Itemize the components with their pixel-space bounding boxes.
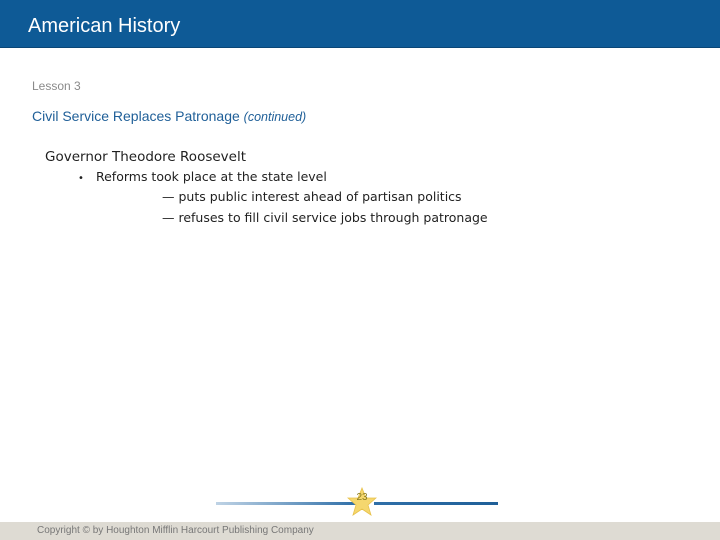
bullet-item: • Reforms took place at the state level bbox=[78, 169, 327, 184]
page-divider-right bbox=[374, 502, 498, 505]
subpoint-1: — puts public interest ahead of partisan… bbox=[162, 189, 462, 204]
bullet-icon: • bbox=[78, 173, 84, 184]
page-number: 23 bbox=[356, 492, 368, 503]
slide-content: Governor Theodore Roosevelt • Reforms to… bbox=[0, 0, 720, 540]
topic-heading: Governor Theodore Roosevelt bbox=[45, 149, 247, 165]
bullet-text: Reforms took place at the state level bbox=[95, 169, 327, 184]
copyright-text: Copyright © by Houghton Mifflin Harcourt… bbox=[37, 525, 314, 536]
subpoint-2: — refuses to fill civil service jobs thr… bbox=[162, 210, 488, 225]
page-divider-left bbox=[216, 502, 356, 505]
